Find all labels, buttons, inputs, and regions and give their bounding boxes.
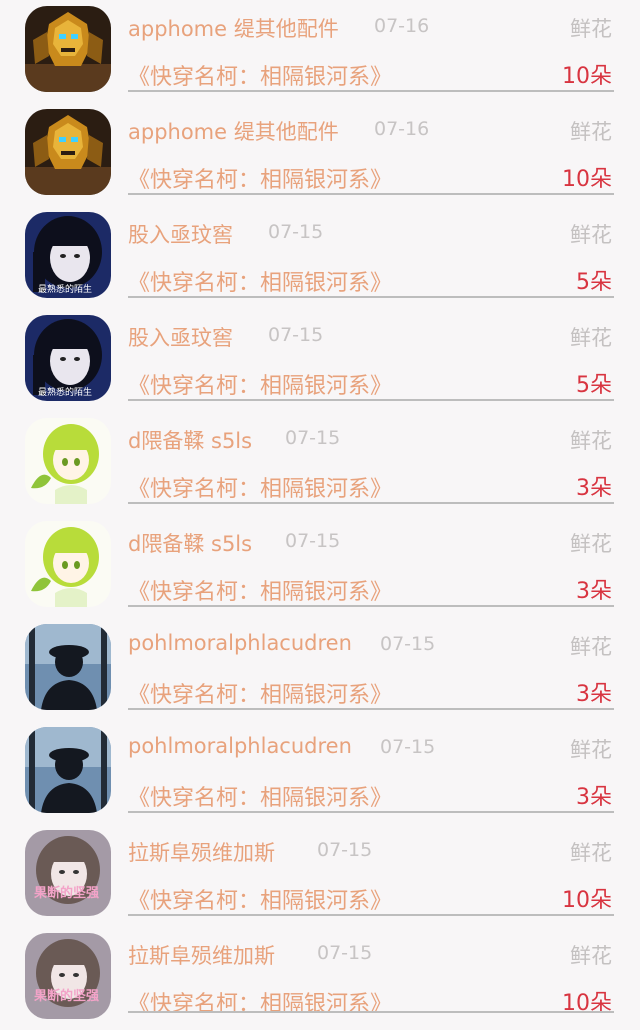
- gift-amount: 3朵: [576, 682, 612, 707]
- book-title[interactable]: 《快穿名柯：相隔银河系》: [128, 883, 392, 915]
- book-title[interactable]: 《快穿名柯：相隔银河系》: [128, 574, 392, 606]
- gift-amount: 10朵: [562, 167, 612, 192]
- transformer-avatar-image: [25, 6, 111, 92]
- divider: [128, 193, 614, 195]
- avatar[interactable]: [25, 109, 111, 195]
- silhouette-avatar-image: [25, 624, 111, 710]
- gift-record-list: apphome 缇其他配件 07-16 鲜花 《快穿名柯：相隔银河系》 10朵 …: [0, 0, 640, 1019]
- sender-name: pohlmoralphlacudren: [128, 631, 352, 655]
- avatar[interactable]: [25, 727, 111, 813]
- girl-avatar-image: [25, 830, 111, 916]
- divider: [128, 399, 614, 401]
- divider: [128, 296, 614, 298]
- send-date: 07-15: [380, 633, 436, 655]
- avatar-caption: 果断的坚强: [34, 989, 100, 1004]
- book-title[interactable]: 《快穿名柯：相隔银河系》: [128, 471, 392, 503]
- book-title[interactable]: 《快穿名柯：相隔银河系》: [128, 780, 392, 812]
- avatar-caption: 果断的坚强: [34, 886, 100, 901]
- gift-type: 鲜花: [570, 223, 612, 247]
- send-date: 07-16: [374, 15, 430, 37]
- avatar-caption: 最熟悉的陌生: [38, 388, 93, 398]
- gift-type: 鲜花: [570, 326, 612, 350]
- send-date: 07-15: [380, 736, 436, 758]
- gift-amount: 3朵: [576, 785, 612, 810]
- avatar-caption: 最熟悉的陌生: [38, 285, 93, 295]
- sender-name: d隈备鞣 s5ls: [128, 429, 253, 453]
- gift-type: 鲜花: [570, 944, 612, 968]
- list-item[interactable]: pohlmoralphlacudren 07-15 鲜花 《快穿名柯：相隔银河系…: [0, 618, 640, 721]
- avatar[interactable]: [25, 933, 111, 1019]
- book-title[interactable]: 《快穿名柯：相隔银河系》: [128, 162, 392, 194]
- sender-name: 拉斯阜殒维加斯: [128, 944, 275, 968]
- gift-amount: 5朵: [576, 270, 612, 295]
- sender-name: d隈备鞣 s5ls: [128, 532, 253, 556]
- gift-type: 鲜花: [570, 120, 612, 144]
- send-date: 07-15: [317, 942, 373, 964]
- gift-type: 鲜花: [570, 532, 612, 556]
- divider: [128, 90, 614, 92]
- gift-type: 鲜花: [570, 841, 612, 865]
- sender-name: pohlmoralphlacudren: [128, 734, 352, 758]
- divider: [128, 1011, 614, 1013]
- list-item[interactable]: d隈备鞣 s5ls 07-15 鲜花 《快穿名柯：相隔银河系》 3朵: [0, 412, 640, 515]
- book-title[interactable]: 《快穿名柯：相隔银河系》: [128, 986, 392, 1018]
- sender-name: apphome 缇其他配件: [128, 17, 339, 41]
- send-date: 07-15: [317, 839, 373, 861]
- gift-type: 鲜花: [570, 635, 612, 659]
- avatar[interactable]: [25, 830, 111, 916]
- gift-amount: 3朵: [576, 579, 612, 604]
- divider: [128, 914, 614, 916]
- sender-name: apphome 缇其他配件: [128, 120, 339, 144]
- list-item[interactable]: 果断的坚强 拉斯阜殒维加斯 07-15 鲜花 《快穿名柯：相隔银河系》 10朵: [0, 824, 640, 927]
- transformer-avatar-image: [25, 109, 111, 195]
- divider: [128, 708, 614, 710]
- gift-type: 鲜花: [570, 738, 612, 762]
- gift-type: 鲜花: [570, 429, 612, 453]
- sender-name: 股入亟玟窖: [128, 326, 233, 350]
- sender-name: 股入亟玟窖: [128, 223, 233, 247]
- divider: [128, 502, 614, 504]
- list-item[interactable]: apphome 缇其他配件 07-16 鲜花 《快穿名柯：相隔银河系》 10朵: [0, 0, 640, 103]
- list-item[interactable]: pohlmoralphlacudren 07-15 鲜花 《快穿名柯：相隔银河系…: [0, 721, 640, 824]
- sender-name: 拉斯阜殒维加斯: [128, 841, 275, 865]
- gift-amount: 10朵: [562, 64, 612, 89]
- divider: [128, 811, 614, 813]
- send-date: 07-15: [268, 324, 324, 346]
- gift-type: 鲜花: [570, 17, 612, 41]
- list-item[interactable]: 最熟悉的陌生 股入亟玟窖 07-15 鲜花 《快穿名柯：相隔银河系》 5朵: [0, 309, 640, 412]
- send-date: 07-15: [285, 530, 341, 552]
- list-item[interactable]: 最熟悉的陌生 股入亟玟窖 07-15 鲜花 《快穿名柯：相隔银河系》 5朵: [0, 206, 640, 309]
- gift-amount: 3朵: [576, 476, 612, 501]
- avatar[interactable]: [25, 521, 111, 607]
- send-date: 07-15: [268, 221, 324, 243]
- avatar[interactable]: [25, 418, 111, 504]
- avatar[interactable]: [25, 6, 111, 92]
- book-title[interactable]: 《快穿名柯：相隔银河系》: [128, 265, 392, 297]
- gift-amount: 10朵: [562, 888, 612, 913]
- girl-avatar-image: [25, 933, 111, 1019]
- anime-avatar-image: [25, 418, 111, 504]
- divider: [128, 605, 614, 607]
- book-title[interactable]: 《快穿名柯：相隔银河系》: [128, 677, 392, 709]
- anime-avatar-image: [25, 521, 111, 607]
- send-date: 07-15: [285, 427, 341, 449]
- book-title[interactable]: 《快穿名柯：相隔银河系》: [128, 368, 392, 400]
- book-title[interactable]: 《快穿名柯：相隔银河系》: [128, 59, 392, 91]
- list-item[interactable]: d隈备鞣 s5ls 07-15 鲜花 《快穿名柯：相隔银河系》 3朵: [0, 515, 640, 618]
- list-item[interactable]: apphome 缇其他配件 07-16 鲜花 《快穿名柯：相隔银河系》 10朵: [0, 103, 640, 206]
- silhouette-avatar-image: [25, 727, 111, 813]
- avatar[interactable]: [25, 624, 111, 710]
- gift-amount: 5朵: [576, 373, 612, 398]
- send-date: 07-16: [374, 118, 430, 140]
